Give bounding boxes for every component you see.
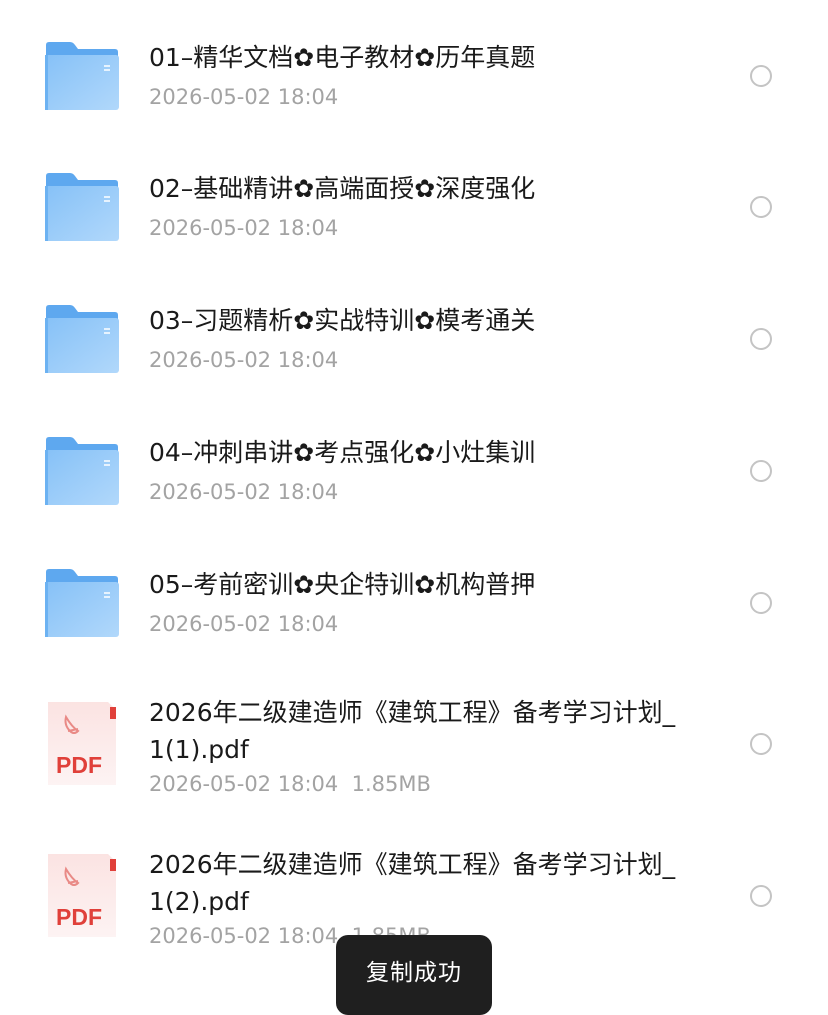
file-meta: 2026-05-02 18:04 [149,480,339,504]
select-radio[interactable] [750,460,772,482]
pdf-file-icon: PDF [48,854,116,937]
file-meta: 2026-05-02 18:04 [149,216,339,240]
file-meta: 2026-05-02 18:04 [149,612,339,636]
file-name: 01–精华文档✿电子教材✿历年真题 [149,43,536,72]
file-name: 02–基础精讲✿高端面授✿深度强化 [149,174,536,203]
pdf-file-icon: PDF [48,702,116,785]
list-item[interactable]: 02–基础精讲✿高端面授✿深度强化 2026-05-02 18:04 [0,131,828,263]
select-radio[interactable] [750,592,772,614]
file-name: 2026年二级建造师《建筑工程》备考学习计划_1(2).pdf [149,850,676,916]
toast: 复制成功 [336,935,492,1015]
file-meta: 2026-05-02 18:04 1.85MB [149,772,431,796]
select-radio[interactable] [750,65,772,87]
file-name: 03–习题精析✿实战特训✿模考通关 [149,306,536,335]
file-meta: 2026-05-02 18:04 [149,85,339,109]
list-item[interactable]: 01–精华文档✿电子教材✿历年真题 2026-05-02 18:04 [0,0,828,150]
toast-text: 复制成功 [366,960,462,986]
pdf-badge: PDF [56,752,102,778]
folder-icon [45,437,119,505]
folder-icon [45,42,119,110]
list-item[interactable]: 05–考前密训✿央企特训✿机构普押 2026-05-02 18:04 [0,527,828,659]
pdf-badge: PDF [56,904,102,930]
file-name: 2026年二级建造师《建筑工程》备考学习计划_1(1).pdf [149,698,676,764]
select-radio[interactable] [750,733,772,755]
list-item[interactable]: 03–习题精析✿实战特训✿模考通关 2026-05-02 18:04 [0,263,828,395]
folder-icon [45,173,119,241]
file-list: 01–精华文档✿电子教材✿历年真题 2026-05-02 18:04 02–基础… [0,0,828,987]
file-name: 04–冲刺串讲✿考点强化✿小灶集训 [149,438,536,467]
folder-icon [45,569,119,637]
folder-icon [45,305,119,373]
list-item[interactable]: 04–冲刺串讲✿考点强化✿小灶集训 2026-05-02 18:04 [0,395,828,527]
select-radio[interactable] [750,885,772,907]
select-radio[interactable] [750,196,772,218]
file-name: 05–考前密训✿央企特训✿机构普押 [149,570,536,599]
select-radio[interactable] [750,328,772,350]
list-item[interactable]: PDF 2026年二级建造师《建筑工程》备考学习计划_1(1).pdf 2026… [0,659,828,811]
file-meta: 2026-05-02 18:04 [149,348,339,372]
